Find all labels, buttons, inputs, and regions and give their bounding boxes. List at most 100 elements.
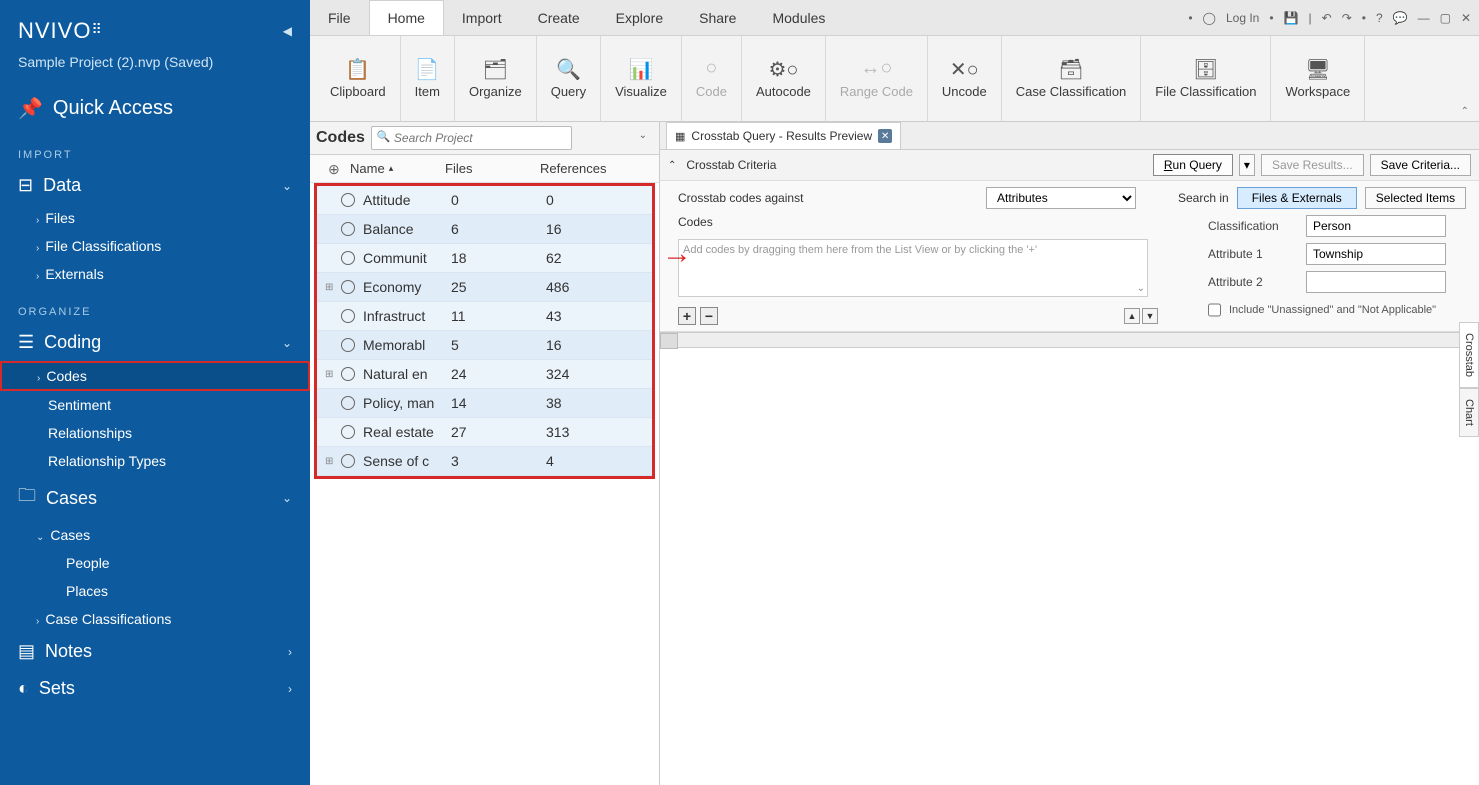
close-tab-icon[interactable]: ✕ <box>878 129 892 143</box>
run-dropdown[interactable]: ▾ <box>1239 154 1255 176</box>
ribbon-case-classification[interactable]: 🗃Case Classification <box>1002 36 1142 121</box>
expand-icon[interactable]: ⊞ <box>325 282 341 293</box>
files-externals-button[interactable]: Files & Externals <box>1237 187 1357 209</box>
nav-codes[interactable]: ›Codes <box>0 361 310 391</box>
col-name[interactable]: Name▴ <box>350 161 445 176</box>
against-select[interactable]: Attributes <box>986 187 1136 209</box>
table-row[interactable]: Attitude00 <box>317 186 652 215</box>
table-row[interactable]: Policy, man1438 <box>317 389 652 418</box>
col-references[interactable]: References <box>540 161 651 176</box>
quick-access[interactable]: 📌 Quick Access <box>0 86 310 131</box>
table-row[interactable]: ⊞Sense of c34 <box>317 447 652 476</box>
sidebar-collapse-icon[interactable]: ◀ <box>283 24 292 38</box>
nav-relationships[interactable]: Relationships <box>0 419 310 447</box>
table-row[interactable]: ⊞Economy25486 <box>317 273 652 302</box>
hscrollbar[interactable] <box>660 332 1479 348</box>
table-row[interactable]: Memorabl516 <box>317 331 652 360</box>
maximize-icon[interactable]: ▢ <box>1440 11 1451 25</box>
table-row[interactable]: Infrastruct1143 <box>317 302 652 331</box>
chevron-right-icon: › <box>288 645 292 659</box>
selected-items-button[interactable]: Selected Items <box>1365 187 1466 209</box>
nav-case-classifications[interactable]: ›Case Classifications <box>0 605 310 633</box>
app-logo: NVIVO⠿ <box>18 18 103 44</box>
side-tab-chart[interactable]: Chart <box>1459 388 1479 437</box>
side-tab-crosstab[interactable]: Crosstab <box>1459 322 1479 388</box>
table-row[interactable]: Balance616 <box>317 215 652 244</box>
table-row[interactable]: ⊞Natural en24324 <box>317 360 652 389</box>
nav-file-classifications[interactable]: ›File Classifications <box>0 232 310 260</box>
ribbon-autocode[interactable]: ⚙○Autocode <box>742 36 826 121</box>
ribbon-uncode[interactable]: ✕○Uncode <box>928 36 1002 121</box>
nav-places[interactable]: Places <box>0 577 310 605</box>
code-name: Real estate <box>363 424 451 440</box>
nav-data[interactable]: ⊟Data ⌄ <box>0 167 310 204</box>
menu-file[interactable]: File <box>310 0 369 35</box>
save-results-button[interactable]: Save Results... <box>1261 154 1364 176</box>
run-query-button[interactable]: RRun Queryun Query <box>1153 154 1233 176</box>
login-button[interactable]: Log In <box>1226 11 1259 25</box>
expand-icon[interactable]: ⊞ <box>325 369 341 380</box>
nav-cases-sub[interactable]: ⌄Cases <box>0 521 310 549</box>
code-files: 11 <box>451 308 546 324</box>
help-icon[interactable]: ? <box>1376 11 1383 25</box>
undo-icon[interactable]: ↶ <box>1322 11 1332 25</box>
nav-relationship-types[interactable]: Relationship Types <box>0 447 310 475</box>
include-checkbox[interactable] <box>1208 299 1221 321</box>
menu-share[interactable]: Share <box>681 0 754 35</box>
codes-dropzone[interactable]: Add codes by dragging them here from the… <box>678 239 1148 297</box>
menu-modules[interactable]: Modules <box>754 0 843 35</box>
nav-notes[interactable]: ▤Notes › <box>0 633 310 670</box>
dz-dropdown-icon[interactable]: ⌄ <box>1137 283 1145 294</box>
redo-icon[interactable]: ↷ <box>1342 11 1352 25</box>
move-down-button[interactable]: ▼ <box>1142 308 1158 324</box>
ribbon-clipboard[interactable]: 📋Clipboard <box>316 36 401 121</box>
classification-input[interactable] <box>1306 215 1446 237</box>
ribbon-organize[interactable]: 🗂Organize <box>455 36 537 121</box>
save-criteria-button[interactable]: Save Criteria... <box>1370 154 1471 176</box>
attr1-input[interactable] <box>1306 243 1446 265</box>
notify-icon[interactable]: 💬 <box>1393 11 1408 25</box>
nav-sentiment[interactable]: Sentiment <box>0 391 310 419</box>
search-input[interactable] <box>371 126 572 150</box>
code-icon <box>341 309 355 323</box>
add-icon[interactable]: ⊕ <box>328 161 340 178</box>
code-name: Economy <box>363 279 451 295</box>
nav-externals[interactable]: ›Externals <box>0 260 310 288</box>
nav-sets[interactable]: ◐Sets › <box>0 670 310 707</box>
dropdown-icon[interactable]: ⌄ <box>639 130 647 141</box>
section-organize: ORGANIZE <box>0 288 310 324</box>
nav-files[interactable]: ›Files <box>0 204 310 232</box>
expand-icon[interactable]: ⊞ <box>325 456 341 467</box>
minimize-icon[interactable]: — <box>1418 11 1430 25</box>
code-refs: 38 <box>546 395 644 411</box>
ribbon-query[interactable]: 🔍Query <box>537 36 601 121</box>
table-row[interactable]: Communit1862 <box>317 244 652 273</box>
remove-code-button[interactable]: − <box>700 307 718 325</box>
close-icon[interactable]: ✕ <box>1461 11 1471 25</box>
add-code-button[interactable]: + <box>678 307 696 325</box>
ribbon-workspace[interactable]: 🖥Workspace <box>1271 36 1365 121</box>
table-row[interactable]: Real estate27313 <box>317 418 652 447</box>
code-refs: 4 <box>546 453 644 469</box>
code-refs: 16 <box>546 337 644 353</box>
codes-label: Codes <box>678 215 1158 229</box>
menu-home[interactable]: Home <box>369 0 444 35</box>
ribbon-file-classification[interactable]: 🗄File Classification <box>1141 36 1271 121</box>
nav-people[interactable]: People <box>0 549 310 577</box>
attr2-input[interactable] <box>1306 271 1446 293</box>
nav-coding[interactable]: ☰Coding ⌄ <box>0 324 310 361</box>
save-icon[interactable]: 💾 <box>1284 11 1299 25</box>
menu-import[interactable]: Import <box>444 0 520 35</box>
ribbon-item[interactable]: 📄Item <box>401 36 455 121</box>
window-controls: • ◯ Log In • 💾 | ↶ ↷ • ? 💬 — ▢ ✕ <box>1188 11 1479 25</box>
organize-icon: 🗂 <box>483 57 508 81</box>
menu-create[interactable]: Create <box>520 0 598 35</box>
detail-tab[interactable]: ▦ Crosstab Query - Results Preview ✕ <box>666 122 901 149</box>
ribbon-collapse-icon[interactable]: ⌃ <box>1461 106 1469 117</box>
menu-explore[interactable]: Explore <box>598 0 681 35</box>
col-files[interactable]: Files <box>445 161 540 176</box>
ribbon-visualize[interactable]: 📊Visualize <box>601 36 682 121</box>
move-up-button[interactable]: ▲ <box>1124 308 1140 324</box>
nav-cases[interactable]: 🗀Cases ⌄ <box>0 475 310 521</box>
collapse-icon[interactable]: ⌃ <box>668 160 676 171</box>
